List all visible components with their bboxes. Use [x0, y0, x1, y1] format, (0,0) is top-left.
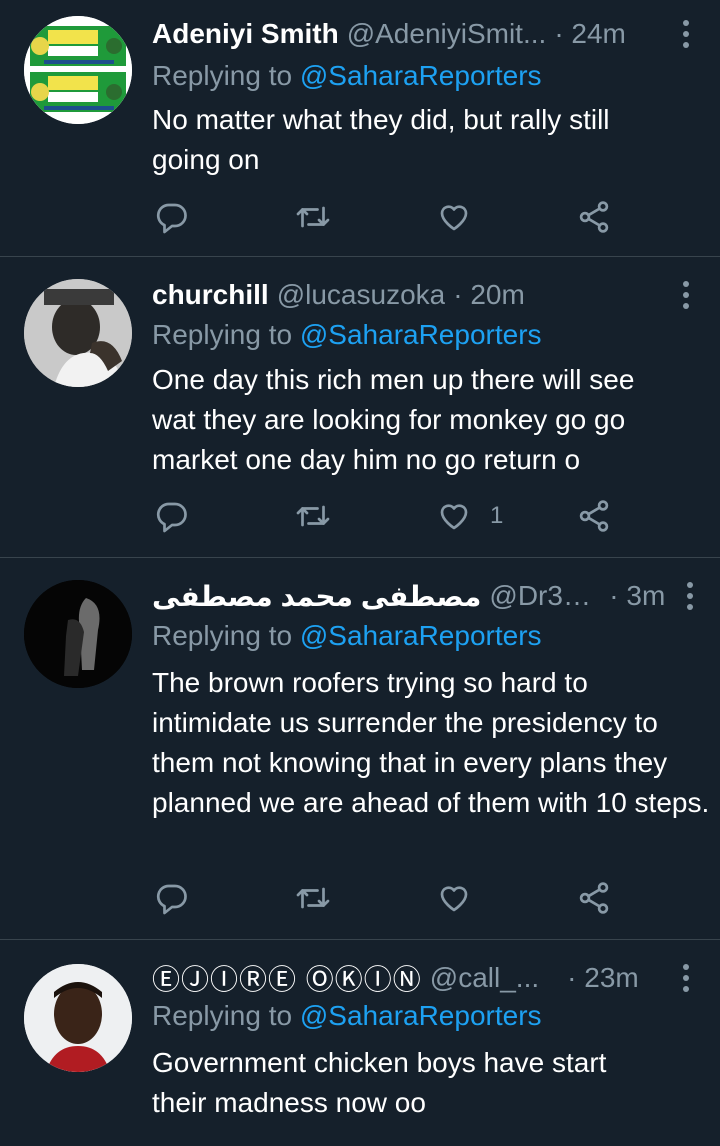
like-count: 1 [490, 502, 504, 529]
share-button[interactable] [576, 878, 612, 918]
share-button[interactable] [576, 496, 612, 536]
share-icon [579, 201, 609, 233]
tweet-text: The brown roofers trying so hard to inti… [152, 667, 710, 818]
tweet[interactable]: Adeniyi Smith @AdeniyiSmit... · 24m Repl… [0, 0, 720, 257]
tweet-header: مصطفى محمد مصطفى @Dr3am3... · 3m [152, 576, 700, 616]
like-icon [440, 205, 468, 231]
avatar[interactable] [24, 964, 132, 1072]
replying-to-label: Replying to [152, 319, 293, 350]
tweet-header: Adeniyi Smith @AdeniyiSmit... · 24m [152, 14, 700, 54]
like-icon [440, 886, 468, 912]
display-name[interactable]: مصطفى محمد مصطفى [152, 580, 481, 613]
tweet[interactable]: churchill @lucasuzoka · 20m Replying to … [0, 257, 720, 558]
reply-button[interactable] [154, 197, 190, 237]
reply-feed: Adeniyi Smith @AdeniyiSmit... · 24m Repl… [0, 0, 720, 1146]
yoruba-nation-logo [24, 16, 132, 124]
display-name[interactable]: churchill [152, 279, 269, 311]
like-icon [440, 504, 468, 530]
timestamp[interactable]: · 24m [554, 18, 626, 50]
share-icon [579, 500, 609, 532]
like-button[interactable]: 1 [436, 496, 503, 536]
avatar[interactable] [24, 279, 132, 387]
retweet-button[interactable] [294, 197, 332, 237]
replying-to-mention[interactable]: @SaharaReporters [300, 319, 542, 350]
reply-icon [156, 502, 187, 533]
action-bar [152, 197, 700, 237]
tweet[interactable]: ⒺⒿⒾⓇⒺ ⓄⓀⒾⓃ @call_... · 23m Replying to @… [0, 940, 720, 1146]
reply-button[interactable] [154, 496, 190, 536]
tweet[interactable]: مصطفى محمد مصطفى @Dr3am3... · 3m Replyin… [0, 558, 720, 940]
replying-to-label: Replying to [152, 1000, 293, 1031]
action-bar [152, 878, 700, 918]
tweet-header: churchill @lucasuzoka · 20m [152, 275, 700, 315]
reply-icon [156, 203, 187, 234]
tweet-text: Government chicken boys have start their… [152, 1047, 607, 1118]
share-icon [579, 882, 609, 914]
timestamp[interactable]: · 20m [453, 279, 525, 311]
replying-to: Replying to @SaharaReporters [152, 60, 542, 92]
like-button[interactable] [436, 197, 490, 237]
replying-to: Replying to @SaharaReporters [152, 1000, 542, 1032]
profile-photo [24, 580, 132, 688]
more-options-icon[interactable] [672, 281, 700, 309]
tweet-header: ⒺⒿⒾⓇⒺ ⓄⓀⒾⓃ @call_... · 23m [152, 958, 700, 998]
replying-to-label: Replying to [152, 620, 293, 651]
reply-icon [156, 884, 187, 915]
username[interactable]: @Dr3am3... [489, 580, 601, 612]
avatar[interactable] [24, 16, 132, 124]
username[interactable]: @AdeniyiSmit... [347, 18, 547, 50]
tweet-text: No matter what they did, but rally still… [152, 104, 610, 175]
replying-to-label: Replying to [152, 60, 293, 91]
retweet-button[interactable] [294, 878, 332, 918]
display-name[interactable]: ⒺⒿⒾⓇⒺ ⓄⓀⒾⓃ [152, 958, 422, 998]
display-name[interactable]: Adeniyi Smith [152, 18, 339, 50]
action-bar: 1 [152, 496, 700, 536]
more-options-icon[interactable] [672, 964, 700, 992]
replying-to-mention[interactable]: @SaharaReporters [300, 620, 542, 651]
replying-to: Replying to @SaharaReporters [152, 620, 542, 652]
retweet-icon [296, 206, 330, 228]
reply-button[interactable] [154, 878, 190, 918]
profile-photo [24, 279, 132, 387]
retweet-button[interactable] [294, 496, 332, 536]
retweet-icon [296, 887, 330, 909]
tweet-text: One day this rich men up there will see … [152, 364, 635, 475]
more-options-icon[interactable] [672, 20, 700, 48]
timestamp[interactable]: · 23m [567, 962, 639, 994]
replying-to-mention[interactable]: @SaharaReporters [300, 60, 542, 91]
timestamp[interactable]: · 3m [609, 580, 665, 612]
profile-photo [24, 964, 132, 1072]
avatar[interactable] [24, 580, 132, 688]
more-options-icon[interactable] [679, 582, 700, 610]
username[interactable]: @lucasuzoka [277, 279, 446, 311]
share-button[interactable] [576, 197, 612, 237]
retweet-icon [296, 505, 330, 527]
username[interactable]: @call_... [430, 962, 539, 994]
replying-to-mention[interactable]: @SaharaReporters [300, 1000, 542, 1031]
replying-to: Replying to @SaharaReporters [152, 319, 542, 351]
like-button[interactable] [436, 878, 490, 918]
